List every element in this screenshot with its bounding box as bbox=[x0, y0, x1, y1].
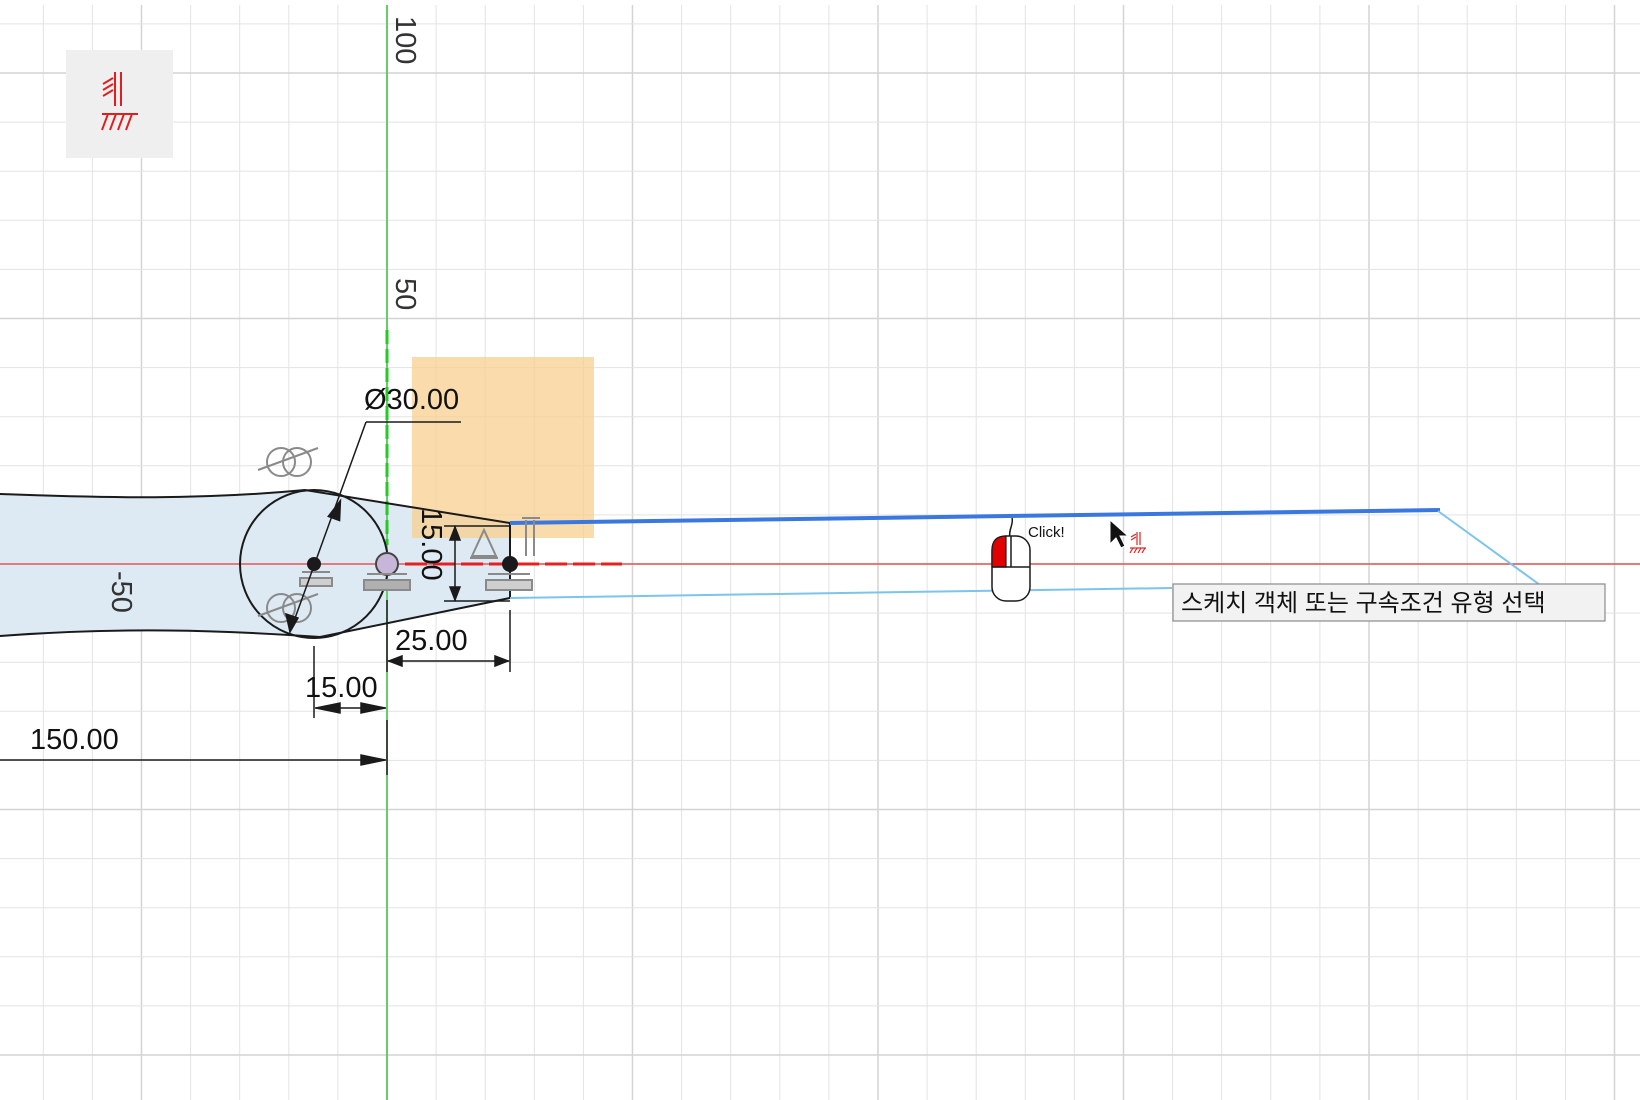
diameter-dimension[interactable]: Ø30.00 bbox=[364, 384, 459, 416]
y-axis-label-50: 50 bbox=[389, 278, 421, 310]
horizontal-dimension-25[interactable]: 25.00 bbox=[395, 625, 468, 657]
tooltip: 스케치 객체 또는 구속조건 유형 선택 bbox=[1172, 583, 1606, 622]
tooltip-text: 스케치 객체 또는 구속조건 유형 선택 bbox=[1181, 590, 1546, 617]
horizontal-dimension-15[interactable]: 15.00 bbox=[305, 672, 378, 704]
origin-point[interactable] bbox=[375, 552, 399, 576]
horizontal-dimension-150[interactable]: 150.00 bbox=[30, 724, 119, 756]
vertical-dimension-15[interactable]: 15.00 bbox=[415, 508, 447, 581]
y-axis-label-100: 100 bbox=[389, 16, 421, 64]
click-label: Click! bbox=[1028, 524, 1065, 541]
x-axis-label-minus-50: -50 bbox=[105, 571, 137, 613]
sketch-endpoint[interactable] bbox=[502, 556, 518, 572]
fix-constraint-command-icon[interactable] bbox=[66, 50, 173, 158]
sketch-canvas[interactable]: Ø30.00 15.00 25.00 15.00 150.00 100 50 -… bbox=[0, 0, 1640, 1100]
